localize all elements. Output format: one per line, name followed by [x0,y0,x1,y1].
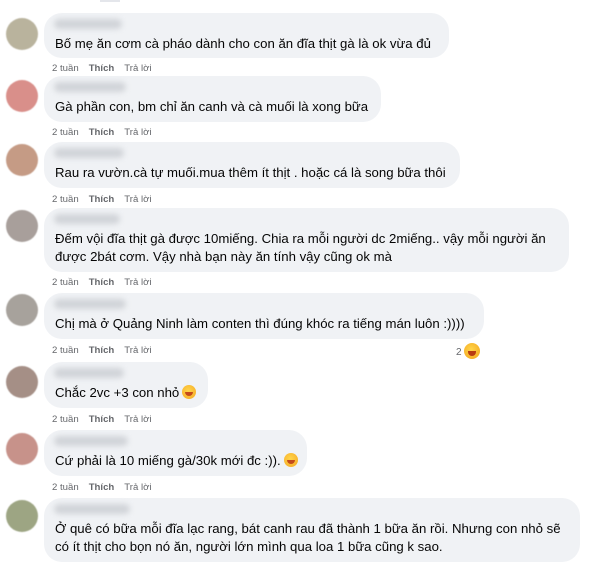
comment-actions: 2 tuần Thích Trả lời [52,482,162,493]
timestamp[interactable]: 2 tuần [52,277,79,288]
comment-text: Rau ra vườn.cà tự muối.mua thêm ít thịt … [55,165,446,180]
comment-bubble: Gà phần con, bm chỉ ăn canh và cà muối l… [44,76,381,122]
comment-bubble: Chắc 2vc +3 con nhỏ [44,362,208,408]
timestamp[interactable]: 2 tuần [52,345,79,356]
comment-bubble: Bố mẹ ăn cơm cà pháo dành cho con ăn đĩa… [44,13,449,58]
timestamp[interactable]: 2 tuần [52,414,79,425]
like-button[interactable]: Thích [89,127,115,138]
reaction-summary[interactable]: 2 [456,343,480,359]
timestamp[interactable]: 2 tuần [52,63,79,74]
commenter-name-blurred[interactable] [54,299,126,309]
avatar[interactable] [6,144,38,176]
timestamp[interactable]: 2 tuần [52,482,79,493]
comment-text: có ít thịt cho bọn nó ăn, người lớn mình… [55,539,443,554]
commenter-name-blurred[interactable] [54,148,124,158]
comment-text-content: Chắc 2vc +3 con nhỏ [55,385,180,400]
avatar[interactable] [6,294,38,326]
timestamp[interactable]: 2 tuần [52,127,79,138]
commenter-name-blurred[interactable] [54,436,128,446]
comment-bubble: Chị mà ở Quảng Ninh làm conten thì đúng … [44,293,484,339]
comment-text: Cứ phải là 10 miếng gà/30k mới đc :)). [55,452,298,470]
haha-reaction-icon [463,343,480,359]
comment-actions: 2 tuần Thích Trả lời [52,414,162,425]
smile-emoji-icon [182,385,197,399]
tongue-emoji-icon [283,453,298,467]
comment-text: Bố mẹ ăn cơm cà pháo dành cho con ăn đĩa… [55,36,431,51]
comment-actions: 2 tuần Thích Trả lời [52,63,162,74]
reaction-count: 2 [456,347,462,358]
comment-bubble: Cứ phải là 10 miếng gà/30k mới đc :)). [44,430,307,476]
divider [100,0,120,2]
reply-button[interactable]: Trả lời [124,194,151,205]
avatar[interactable] [6,18,38,50]
commenter-name-blurred[interactable] [54,214,120,224]
comment-actions: 2 tuần Thích Trả lời [52,127,162,138]
comment-bubble: Đếm vội đĩa thịt gà được 10miếng. Chia r… [44,208,569,272]
avatar[interactable] [6,433,38,465]
avatar[interactable] [6,80,38,112]
commenter-name-blurred[interactable] [54,368,124,378]
like-button[interactable]: Thích [89,63,115,74]
commenter-name-blurred[interactable] [54,19,122,29]
comment-text: Ở quê có bữa mỗi đĩa lạc rang, bát canh … [55,521,561,536]
avatar[interactable] [6,500,38,532]
like-button[interactable]: Thích [89,194,115,205]
reply-button[interactable]: Trả lời [124,63,151,74]
like-button[interactable]: Thích [89,277,115,288]
comment-text: Gà phần con, bm chỉ ăn canh và cà muối l… [55,99,369,114]
reply-button[interactable]: Trả lời [124,482,151,493]
like-button[interactable]: Thích [89,482,115,493]
comment-text-content: Cứ phải là 10 miếng gà/30k mới đc :)). [55,453,281,468]
commenter-name-blurred[interactable] [54,504,130,514]
comment-bubble: Ở quê có bữa mỗi đĩa lạc rang, bát canh … [44,498,580,562]
like-button[interactable]: Thích [89,414,115,425]
reply-button[interactable]: Trả lời [124,277,151,288]
comment-text: Đếm vội đĩa thịt gà được 10miếng. Chia r… [55,231,546,246]
timestamp[interactable]: 2 tuần [52,194,79,205]
avatar[interactable] [6,366,38,398]
comment-text: được 2bát cơm. Vậy nhà bạn này ăn tính v… [55,249,392,264]
avatar[interactable] [6,210,38,242]
reply-button[interactable]: Trả lời [124,414,151,425]
reply-button[interactable]: Trả lời [124,345,151,356]
comment-bubble: Rau ra vườn.cà tự muối.mua thêm ít thịt … [44,142,460,188]
comment-actions: 2 tuần Thích Trả lời [52,277,162,288]
comment-text: Chị mà ở Quảng Ninh làm conten thì đúng … [55,316,465,331]
reply-button[interactable]: Trả lời [124,127,151,138]
comment-text: Chắc 2vc +3 con nhỏ [55,384,197,402]
like-button[interactable]: Thích [89,345,115,356]
commenter-name-blurred[interactable] [54,82,126,92]
comment-actions: 2 tuần Thích Trả lời [52,345,162,356]
comment-actions: 2 tuần Thích Trả lời [52,194,162,205]
